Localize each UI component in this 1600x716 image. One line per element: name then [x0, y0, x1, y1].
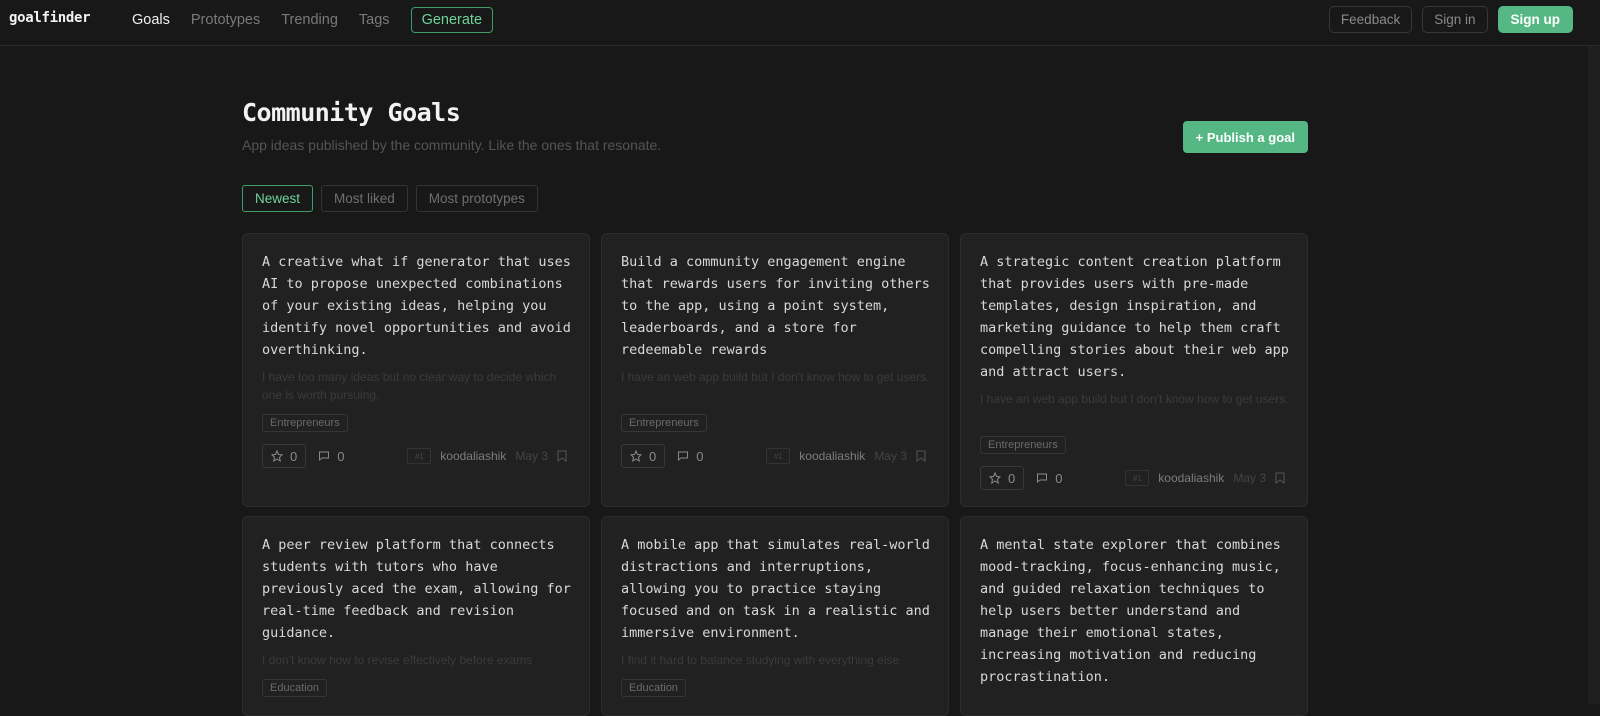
- problem-text: I have an web app build but I don't know…: [980, 392, 1289, 406]
- card-footer: 0 0 #1 koodaliashik May 3: [621, 444, 926, 468]
- filter-most-prototypes[interactable]: Most prototypes: [415, 185, 538, 212]
- goal-card[interactable]: A peer review platform that connects stu…: [242, 516, 590, 716]
- goal-card[interactable]: A mobile app that simulates real-world d…: [601, 516, 949, 716]
- nav-item-prototypes[interactable]: Prototypes: [191, 12, 260, 28]
- filter-most-liked[interactable]: Most liked: [321, 185, 408, 212]
- tag-badge[interactable]: Entrepreneurs: [621, 414, 707, 432]
- card-footer: 0 0 #1 koodaliashik May 3: [980, 466, 1285, 490]
- avatar: #1: [407, 448, 432, 464]
- tag-badge[interactable]: Entrepreneurs: [262, 414, 348, 432]
- top-navigation-bar: goalfinder Goals Prototypes Trending Tag…: [0, 0, 1600, 46]
- comment-icon: [1037, 473, 1048, 484]
- star-icon: [989, 472, 1001, 484]
- app-logo[interactable]: goalfinder: [9, 10, 91, 26]
- avatar: #1: [766, 448, 791, 464]
- filter-newest[interactable]: Newest: [242, 185, 314, 212]
- tag-badge[interactable]: Entrepreneurs: [980, 436, 1066, 454]
- star-count: 0: [1008, 470, 1016, 486]
- star-button[interactable]: 0: [980, 466, 1025, 490]
- page-subtitle: App ideas published by the community. Li…: [242, 137, 662, 153]
- header-actions: Feedback Sign in Sign up: [1328, 6, 1573, 33]
- goal-text: A peer review platform that connects stu…: [262, 537, 571, 641]
- author-name[interactable]: koodaliashik: [799, 449, 865, 463]
- goal-text: A strategic content creation platform th…: [980, 254, 1289, 380]
- nav-item-trending[interactable]: Trending: [281, 12, 338, 28]
- goal-text: A creative what if generator that uses A…: [262, 254, 571, 358]
- goal-card[interactable]: A creative what if generator that uses A…: [242, 233, 590, 507]
- comment-icon: [319, 451, 330, 462]
- goal-card[interactable]: Build a community engagement engine that…: [601, 233, 949, 507]
- tag-badge[interactable]: Education: [621, 679, 686, 697]
- avatar: #1: [1125, 470, 1150, 486]
- goal-text: A mobile app that simulates real-world d…: [621, 537, 930, 641]
- post-date: May 3: [515, 449, 548, 463]
- comment-count: 0: [1055, 470, 1063, 486]
- nav-item-goals[interactable]: Goals: [132, 12, 170, 28]
- bookmark-icon[interactable]: [557, 450, 567, 462]
- comment-button[interactable]: 0: [677, 449, 703, 464]
- comment-count: 0: [337, 448, 345, 464]
- feedback-button[interactable]: Feedback: [1328, 6, 1413, 33]
- sort-filters: Newest Most liked Most prototypes: [242, 185, 538, 212]
- goal-card[interactable]: A mental state explorer that combines mo…: [960, 516, 1308, 716]
- page-title: Community Goals: [242, 98, 461, 127]
- comment-icon: [678, 451, 689, 462]
- comment-button[interactable]: 0: [1036, 471, 1062, 486]
- tag-badge[interactable]: Education: [262, 679, 327, 697]
- problem-text: I don't know how to revise effectively b…: [262, 653, 533, 667]
- comment-count: 0: [696, 448, 704, 464]
- sign-up-button[interactable]: Sign up: [1497, 6, 1573, 33]
- post-date: May 3: [874, 449, 907, 463]
- problem-text: I find it hard to balance studying with …: [621, 653, 900, 667]
- problem-text: I have too many ideas but no clear way t…: [262, 370, 557, 402]
- bookmark-icon[interactable]: [1275, 472, 1285, 484]
- goal-card[interactable]: A strategic content creation platform th…: [960, 233, 1308, 507]
- author-name[interactable]: koodaliashik: [440, 449, 506, 463]
- star-icon: [630, 450, 642, 462]
- card-footer: 0 0 #1 koodaliashik May 3: [262, 444, 567, 468]
- comment-button[interactable]: 0: [318, 449, 344, 464]
- page-scrollbar[interactable]: [1588, 46, 1600, 704]
- star-count: 0: [649, 448, 657, 464]
- goal-text: A mental state explorer that combines mo…: [980, 537, 1281, 685]
- star-button[interactable]: 0: [621, 444, 666, 468]
- author-name[interactable]: koodaliashik: [1158, 471, 1224, 485]
- sign-in-button[interactable]: Sign in: [1422, 6, 1488, 33]
- publish-goal-button[interactable]: + Publish a goal: [1182, 121, 1308, 153]
- post-date: May 3: [1233, 471, 1266, 485]
- problem-text: I have an web app build but I don't know…: [621, 370, 930, 384]
- star-button[interactable]: 0: [262, 444, 307, 468]
- bookmark-icon[interactable]: [916, 450, 926, 462]
- nav-item-tags[interactable]: Tags: [359, 12, 390, 28]
- generate-button[interactable]: Generate: [410, 6, 494, 33]
- star-count: 0: [290, 448, 298, 464]
- star-icon: [271, 450, 283, 462]
- main-nav: Goals Prototypes Trending Tags Generate: [132, 0, 514, 39]
- goal-text: Build a community engagement engine that…: [621, 254, 930, 358]
